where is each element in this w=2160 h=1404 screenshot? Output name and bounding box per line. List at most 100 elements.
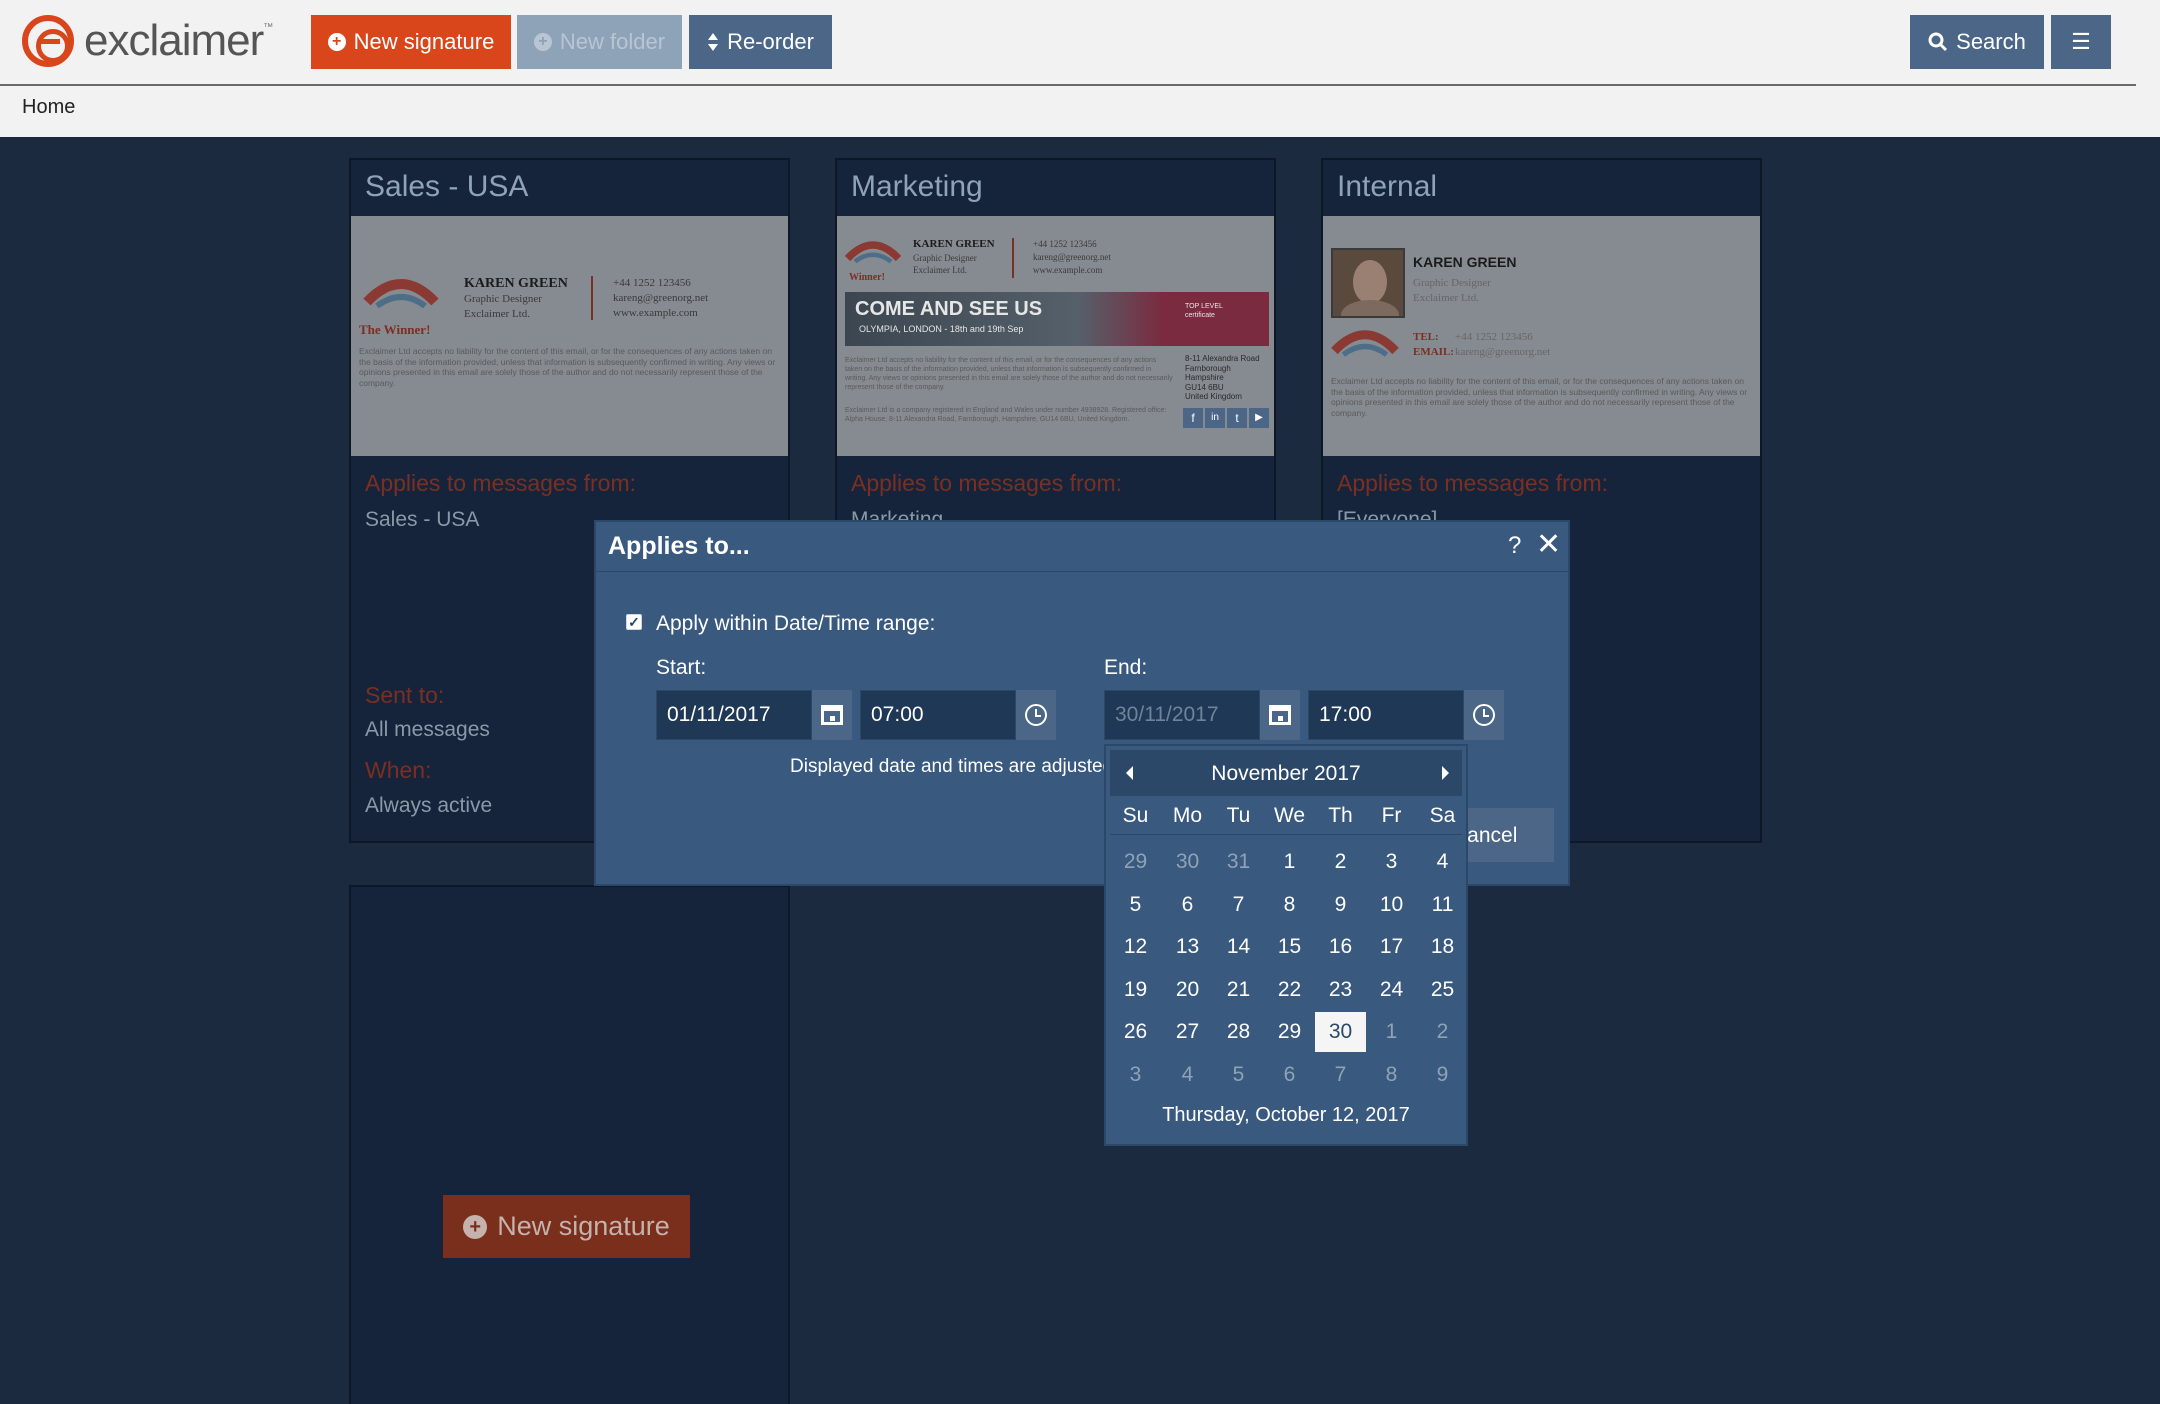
twitter-icon[interactable]: t	[1227, 408, 1247, 428]
calendar-day[interactable]: 4	[1417, 842, 1468, 882]
youtube-icon[interactable]: ▶	[1249, 408, 1269, 428]
close-icon[interactable]: ✕	[1536, 530, 1561, 560]
calendar-day[interactable]: 8	[1264, 885, 1315, 925]
calendar-day[interactable]: 5	[1110, 885, 1161, 925]
calendar-day[interactable]: 17	[1366, 927, 1417, 967]
timezone-note: Displayed date and times are adjusted	[790, 756, 1114, 777]
sig-disclaimer: Exclaimer Ltd accepts no liability for t…	[1331, 376, 1748, 418]
calendar-day[interactable]: 18	[1417, 927, 1468, 967]
new-folder-button[interactable]: + New folder	[517, 15, 682, 69]
breadcrumb-home[interactable]: Home	[22, 96, 75, 119]
dialog-header: Applies to... ? ✕	[596, 522, 1568, 572]
calendar-day[interactable]: 4	[1162, 1055, 1213, 1095]
calendar-day[interactable]: 5	[1213, 1055, 1264, 1095]
date-range-checkbox[interactable]: ✓	[626, 614, 642, 630]
calendar-day[interactable]: 9	[1315, 885, 1366, 925]
calendar-day[interactable]: 14	[1213, 927, 1264, 967]
reorder-button[interactable]: Re-order	[689, 15, 832, 69]
calendar-day[interactable]: 1	[1264, 842, 1315, 882]
calendar-day[interactable]: 8	[1366, 1055, 1417, 1095]
calendar-day[interactable]: 30	[1162, 842, 1213, 882]
linkedin-icon[interactable]: in	[1205, 408, 1225, 428]
end-date-picker-button[interactable]	[1260, 690, 1300, 740]
calendar-day[interactable]: 15	[1264, 927, 1315, 967]
topbar-divider	[0, 84, 2136, 86]
calendar-day[interactable]: 20	[1162, 970, 1213, 1010]
sent-to-label: Sent to:	[365, 682, 445, 708]
new-signature-bottom-button[interactable]: + New signature	[443, 1195, 690, 1258]
sig-phone: +44 1252 123456	[613, 277, 691, 289]
signature-preview[interactable]: KAREN GREEN Graphic Designer Exclaimer L…	[1323, 216, 1760, 456]
calendar-day[interactable]: 2	[1315, 842, 1366, 882]
calendar-day[interactable]: 11	[1417, 885, 1468, 925]
help-icon[interactable]: ?	[1508, 532, 1521, 560]
winner-text: The Winner!	[359, 322, 431, 337]
calendar-day[interactable]: 2	[1417, 1012, 1468, 1052]
banner-badge: TOP LEVEL certificate	[1185, 303, 1223, 319]
calendar-today[interactable]: Thursday, October 12, 2017	[1106, 1104, 1466, 1127]
event-banner[interactable]: COME AND SEE US OLYMPIA, LONDON - 18th a…	[845, 292, 1269, 346]
calendar-day[interactable]: 6	[1264, 1055, 1315, 1095]
end-label: End:	[1104, 656, 1148, 679]
end-date-input[interactable]: 30/11/2017	[1104, 690, 1260, 740]
next-month-icon[interactable]	[1442, 766, 1449, 780]
calendar-day[interactable]: 3	[1366, 842, 1417, 882]
divider-bar	[591, 276, 593, 320]
calendar-day[interactable]: 26	[1110, 1012, 1161, 1052]
calendar-day[interactable]: 21	[1213, 970, 1264, 1010]
sig-registered: Exclaimer Ltd is a company registered in…	[845, 407, 1167, 423]
start-date-input[interactable]: 01/11/2017	[656, 690, 812, 740]
hamburger-icon: ☰	[2071, 29, 2091, 54]
when-value: Always active	[365, 794, 493, 817]
calendar-day[interactable]: 29	[1264, 1012, 1315, 1052]
calendar-day[interactable]: 30	[1315, 1012, 1366, 1053]
calendar-day[interactable]: 10	[1366, 885, 1417, 925]
start-date-picker-button[interactable]	[812, 690, 852, 740]
card-title: Internal	[1337, 170, 1438, 203]
top-bar: exclaimer ™ + New signature + New folder…	[0, 0, 2160, 137]
calendar-icon	[1269, 705, 1291, 725]
calendar-day[interactable]: 25	[1417, 970, 1468, 1010]
calendar-day[interactable]: 31	[1213, 842, 1264, 882]
calendar-day[interactable]: 6	[1162, 885, 1213, 925]
day-of-week-label: Th	[1328, 804, 1353, 827]
start-time-input[interactable]: 07:00	[860, 690, 1016, 740]
day-of-week-label: Sa	[1429, 804, 1456, 827]
signature-preview[interactable]: The Winner! KAREN GREEN Graphic Designer…	[351, 216, 788, 456]
sig-tel: +44 1252 123456	[1455, 331, 1533, 343]
calendar-day[interactable]: 22	[1264, 970, 1315, 1010]
calendar-day[interactable]: 29	[1110, 842, 1161, 882]
start-time-picker-button[interactable]	[1016, 690, 1056, 740]
calendar-month[interactable]: November 2017	[1110, 762, 1462, 786]
signature-preview[interactable]: Winner! KAREN GREEN Graphic Designer Exc…	[837, 216, 1274, 456]
calendar-day[interactable]: 1	[1366, 1012, 1417, 1052]
end-time-input[interactable]: 17:00	[1308, 690, 1464, 740]
date-range-checkbox-label[interactable]: Apply within Date/Time range:	[656, 612, 935, 636]
sent-to-value: All messages	[365, 718, 490, 741]
calendar-day[interactable]: 9	[1417, 1055, 1468, 1095]
search-label: Search	[1956, 29, 2026, 54]
calendar-day[interactable]: 23	[1315, 970, 1366, 1010]
calendar-day[interactable]: 16	[1315, 927, 1366, 967]
new-signature-bottom-label: New signature	[497, 1211, 670, 1241]
calendar-day[interactable]: 7	[1315, 1055, 1366, 1095]
new-signature-button[interactable]: + New signature	[311, 15, 511, 69]
calendar-day[interactable]: 12	[1110, 927, 1161, 967]
calendar-day[interactable]: 27	[1162, 1012, 1213, 1052]
search-button[interactable]: Search	[1910, 15, 2044, 69]
new-folder-label: New folder	[559, 29, 666, 54]
calendar-day[interactable]: 19	[1110, 970, 1161, 1010]
banner-title: COME AND SEE US	[855, 298, 1043, 320]
end-time-picker-button[interactable]	[1464, 690, 1504, 740]
calendar-day[interactable]: 7	[1213, 885, 1264, 925]
sig-company: Exclaimer Ltd.	[464, 308, 530, 320]
card-title: Marketing	[851, 170, 983, 203]
exclaimer-logo[interactable]: exclaimer ™	[22, 14, 273, 68]
calendar-day[interactable]: 13	[1162, 927, 1213, 967]
menu-button[interactable]: ☰	[2051, 15, 2111, 69]
calendar-day[interactable]: 24	[1366, 970, 1417, 1010]
calendar-day[interactable]: 3	[1110, 1055, 1161, 1095]
facebook-icon[interactable]: f	[1183, 408, 1203, 428]
greenorg-logo-icon	[363, 279, 439, 309]
calendar-day[interactable]: 28	[1213, 1012, 1264, 1052]
